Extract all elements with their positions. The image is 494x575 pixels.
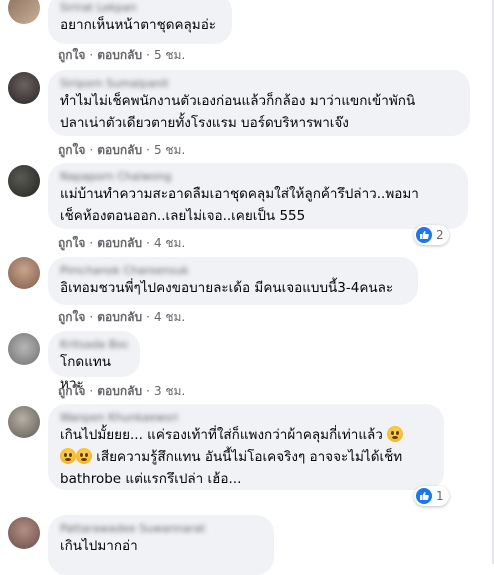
like-link[interactable]: ถูกใจ xyxy=(58,384,85,398)
like-link[interactable]: ถูกใจ xyxy=(58,48,85,62)
avatar[interactable] xyxy=(8,406,40,438)
sad-emoji-icon xyxy=(60,448,76,464)
reply-link[interactable]: ตอบกลับ xyxy=(97,310,142,324)
comment-author[interactable]: Napaporn Chaiwong xyxy=(60,170,456,183)
reaction-summary[interactable]: 2 xyxy=(414,225,449,245)
comment-author[interactable]: Sirirat Lekpan xyxy=(60,1,220,14)
comment-actions: ถูกใจ · ตอบกลับ · 3 ชม. xyxy=(58,384,186,398)
comment-text: อิเทอมชวนพี่ๆไปคงขอบายละเด้อ มีคนเจอแบบน… xyxy=(60,280,394,296)
reaction-count: 1 xyxy=(436,489,444,503)
comment-bubble: Pimchanok Charoensuk อิเทอมชวนพี่ๆไปคงขอ… xyxy=(48,257,418,305)
comment-actions: ถูกใจ · ตอบกลับ · 4 ชม. xyxy=(58,236,186,250)
avatar[interactable] xyxy=(8,257,40,289)
comment-time[interactable]: 3 ชม. xyxy=(154,384,185,398)
comment-author[interactable]: Wanpen Khunkaewsri xyxy=(60,411,432,424)
comment-time[interactable]: 5 ชม. xyxy=(154,48,185,62)
comment-text: เกินไปมากอ่า xyxy=(60,538,138,554)
comment-author[interactable]: Pimchanok Charoensuk xyxy=(60,264,406,277)
comment-author[interactable]: Pattarawadee Suwannarat xyxy=(60,522,262,535)
comment-bubble: Siriporn Sumalpanit ทำไมไม่เช็คพนักงานตั… xyxy=(48,70,470,136)
comment-bubble: Wanpen Khunkaewsri เกินไปมั้ยยย... แค่รอ… xyxy=(48,404,444,490)
comment-text: เกินไปมั้ยยย... แค่รองเท้าที่ใส่ก็แพงกว่… xyxy=(60,426,404,487)
reply-link[interactable]: ตอบกลับ xyxy=(97,384,142,398)
reply-link[interactable]: ตอบกลับ xyxy=(97,143,142,157)
sad-emoji-icon xyxy=(76,448,92,464)
comment-actions: ถูกใจ · ตอบกลับ · 5 ชม. xyxy=(58,143,186,157)
comment-text: ทำไมไม่เช็คพนักงานตัวเองก่อนแล้วก็กล้อง … xyxy=(60,93,416,131)
comment-time[interactable]: 4 ชม. xyxy=(154,236,185,250)
comment-bubble: Sirirat Lekpan อยากเห็นหน้าตาชุดคลุมอ่ะ xyxy=(48,0,232,44)
avatar[interactable] xyxy=(8,333,40,365)
comment-author[interactable]: Siriporn Sumalpanit xyxy=(60,77,458,90)
comment-author[interactable]: Kritsada Boon xyxy=(60,338,128,351)
comment-actions: ถูกใจ · ตอบกลับ · 4 ชม. xyxy=(58,310,186,324)
comment-text: แม่บ้านทำความสะอาดลืมเอาชุดคลุมใส่ให้ลูก… xyxy=(60,186,419,224)
reply-link[interactable]: ตอบกลับ xyxy=(97,236,142,250)
like-link[interactable]: ถูกใจ xyxy=(58,143,85,157)
reaction-count: 2 xyxy=(436,228,444,242)
comment-text: อยากเห็นหน้าตาชุดคลุมอ่ะ xyxy=(60,17,217,33)
avatar[interactable] xyxy=(8,72,40,104)
avatar[interactable] xyxy=(8,517,40,549)
comment-bubble: Pattarawadee Suwannarat เกินไปมากอ่า xyxy=(48,515,274,575)
like-link[interactable]: ถูกใจ xyxy=(58,236,85,250)
like-icon xyxy=(416,488,432,504)
like-icon xyxy=(416,227,432,243)
comment-time[interactable]: 5 ชม. xyxy=(154,143,185,157)
avatar[interactable] xyxy=(8,165,40,197)
avatar[interactable] xyxy=(8,0,40,24)
reaction-summary[interactable]: 1 xyxy=(414,486,449,506)
reply-link[interactable]: ตอบกลับ xyxy=(97,48,142,62)
comment-bubble: Kritsada Boon โกดแทนหวะ xyxy=(48,331,140,392)
comment-bubble: Napaporn Chaiwong แม่บ้านทำความสะอาดลืมเ… xyxy=(48,163,468,229)
sad-emoji-icon xyxy=(387,426,404,442)
comment-time[interactable]: 4 ชม. xyxy=(154,310,185,324)
comment-actions: ถูกใจ · ตอบกลับ · 5 ชม. xyxy=(58,48,186,62)
like-link[interactable]: ถูกใจ xyxy=(58,310,85,324)
